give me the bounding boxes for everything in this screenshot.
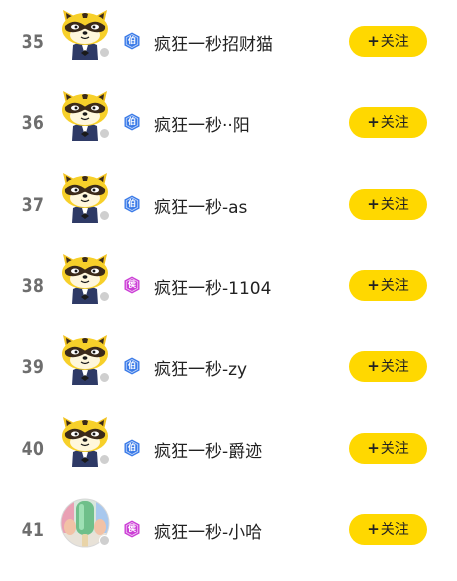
offline-status-dot bbox=[99, 47, 110, 58]
user-name[interactable]: 疯狂一秒-爵迹 bbox=[154, 437, 262, 462]
list-item[interactable]: 35 伯 疯狂一秒招财猫 +关注 bbox=[0, 9, 457, 93]
plus-icon: + bbox=[367, 113, 380, 132]
badge-label: 侯 bbox=[128, 523, 136, 533]
list-item[interactable]: 38 侯 疯狂一秒-1104 +关注 bbox=[0, 253, 457, 337]
rank-number: 41 bbox=[21, 518, 45, 541]
plus-icon: + bbox=[367, 275, 380, 294]
list-item[interactable]: 40 伯 疯狂一秒-爵迹 +关注 bbox=[0, 416, 457, 500]
follow-button[interactable]: +关注 bbox=[349, 107, 427, 139]
follow-label: 关注 bbox=[380, 521, 409, 538]
badge-label: 伯 bbox=[128, 442, 136, 452]
rank-number: 36 bbox=[21, 112, 45, 135]
follow-label: 关注 bbox=[380, 359, 409, 376]
offline-status-dot bbox=[99, 290, 110, 302]
list-item[interactable]: 37 伯 疯狂一秒-as +关注 bbox=[0, 172, 457, 256]
follow-label: 关注 bbox=[380, 196, 409, 213]
rank-number: 35 bbox=[21, 31, 45, 53]
rank-badge-icon: 伯 bbox=[123, 439, 141, 457]
rank-badge-icon: 侯 bbox=[123, 520, 141, 538]
user-name[interactable]: 疯狂一秒招财猫 bbox=[154, 30, 273, 55]
follow-label: 关注 bbox=[380, 440, 409, 457]
badge-label: 伯 bbox=[128, 36, 136, 45]
offline-status-dot bbox=[99, 453, 110, 465]
avatar[interactable] bbox=[60, 90, 110, 142]
avatar[interactable] bbox=[60, 334, 110, 386]
rank-number: 40 bbox=[21, 437, 45, 460]
rank-badge-icon: 伯 bbox=[123, 357, 141, 375]
follow-button[interactable]: +关注 bbox=[349, 513, 427, 545]
list-item[interactable]: 41 侯 疯狂一秒-小哈 +关注 bbox=[0, 497, 457, 581]
avatar[interactable] bbox=[60, 253, 110, 305]
rank-number: 38 bbox=[21, 274, 45, 297]
rank-number: 37 bbox=[21, 193, 45, 216]
follow-button[interactable]: +关注 bbox=[349, 351, 427, 383]
plus-icon: + bbox=[367, 194, 380, 213]
badge-label: 伯 bbox=[128, 198, 136, 208]
badge-label: 伯 bbox=[128, 117, 136, 127]
badge-label: 伯 bbox=[128, 361, 136, 371]
rank-badge-icon: 伯 bbox=[123, 32, 141, 50]
avatar[interactable] bbox=[60, 9, 110, 61]
rank-badge-icon: 侯 bbox=[123, 276, 141, 294]
badge-label: 侯 bbox=[128, 279, 136, 289]
follow-label: 关注 bbox=[380, 115, 409, 132]
rank-number: 39 bbox=[21, 356, 45, 379]
avatar[interactable] bbox=[60, 172, 110, 224]
list-item[interactable]: 36 伯 疯狂一秒··阳 +关注 bbox=[0, 90, 457, 174]
follow-button[interactable]: +关注 bbox=[349, 432, 427, 464]
list-item[interactable]: 39 伯 疯狂一秒-zy +关注 bbox=[0, 334, 457, 418]
follow-button[interactable]: +关注 bbox=[349, 26, 427, 57]
follow-label: 关注 bbox=[380, 34, 409, 50]
user-name[interactable]: 疯狂一秒··阳 bbox=[154, 111, 250, 136]
offline-status-dot bbox=[99, 209, 110, 221]
follow-button[interactable]: +关注 bbox=[349, 269, 427, 301]
avatar[interactable] bbox=[60, 416, 110, 468]
rank-badge-icon: 伯 bbox=[123, 195, 141, 213]
user-name[interactable]: 疯狂一秒-1104 bbox=[154, 274, 271, 299]
follow-label: 关注 bbox=[380, 277, 409, 294]
offline-status-dot bbox=[99, 534, 110, 546]
plus-icon: + bbox=[367, 519, 380, 538]
user-name[interactable]: 疯狂一秒-小哈 bbox=[154, 518, 262, 543]
user-name[interactable]: 疯狂一秒-as bbox=[154, 193, 247, 218]
user-name[interactable]: 疯狂一秒-zy bbox=[154, 355, 247, 380]
plus-icon: + bbox=[367, 32, 380, 50]
avatar[interactable] bbox=[60, 497, 110, 549]
rank-badge-icon: 伯 bbox=[123, 113, 141, 131]
plus-icon: + bbox=[367, 357, 380, 376]
follow-button[interactable]: +关注 bbox=[349, 188, 427, 220]
ranking-list: 35 伯疯狂一秒招财猫 +关注 36 伯 疯狂一秒··阳 +关注 37 伯 疯狂… bbox=[0, 0, 457, 568]
plus-icon: + bbox=[367, 438, 380, 457]
